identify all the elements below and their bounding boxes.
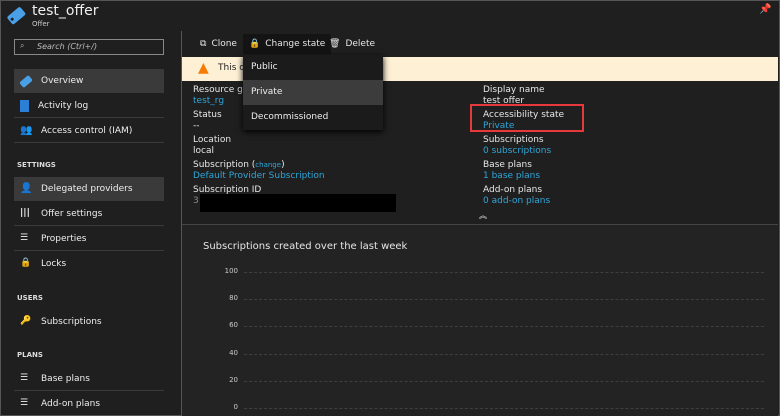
sidebar-item-label: Activity log — [38, 100, 89, 111]
sidebar-item-access-control[interactable]: 👥 Access control (IAM) — [14, 119, 164, 143]
search-placeholder: Search (Ctrl+/) — [37, 42, 98, 51]
change-state-dropdown: Public Private Decommissioned — [243, 55, 383, 130]
section-header-settings: SETTINGS — [17, 161, 56, 169]
sidebar-item-overview[interactable]: Overview — [14, 69, 164, 93]
sidebar-item-properties[interactable]: ☰ Properties — [14, 227, 164, 251]
sidebar-item-offer-settings[interactable]: ||| Offer settings — [14, 202, 164, 226]
chart-title: Subscriptions created over the last week — [203, 241, 408, 252]
sidebar-item-label: Properties — [41, 233, 87, 244]
clone-icon: ⧉ — [200, 39, 207, 49]
subscription-link[interactable]: Default Provider Subscription — [193, 171, 325, 182]
sidebar-item-locks[interactable]: 🔒 Locks — [14, 252, 164, 276]
sidebar-item-label: Offer settings — [41, 208, 103, 219]
addon-plans-label: Add-on plans — [483, 185, 543, 195]
banner-text: This o — [218, 63, 245, 73]
page-title: test_offer — [32, 3, 99, 19]
sidebar-item-subscriptions[interactable]: 🔑 Subscriptions — [14, 310, 164, 334]
sidebar-item-base-plans[interactable]: ☰ Base plans — [14, 367, 164, 391]
delete-label: Delete — [345, 39, 376, 49]
subscription-label: Subscription (change) — [193, 160, 285, 170]
menu-item-private[interactable]: Private — [243, 80, 383, 105]
redacted-block — [200, 194, 396, 212]
base-plans-link[interactable]: 1 base plans — [483, 171, 564, 182]
sidebar-item-label: Add-on plans — [41, 399, 101, 409]
tag-icon — [19, 74, 33, 88]
y-tick-label: 80 — [229, 294, 238, 303]
gridline — [244, 408, 764, 409]
y-tick-label: 100 — [224, 267, 238, 275]
chart-panel — [182, 224, 778, 416]
sidebar-item-label: Delegated providers — [41, 184, 133, 194]
list-icon: ☰ — [20, 372, 29, 383]
change-state-label: Change state — [265, 39, 326, 49]
tag-icon — [7, 7, 26, 25]
search-icon: ⌕ — [20, 41, 25, 50]
section-header-plans: PLANS — [17, 351, 43, 359]
menu-item-public[interactable]: Public — [243, 55, 383, 80]
clone-button[interactable]: ⧉ Clone — [194, 34, 243, 54]
list-icon: ☰ — [20, 232, 29, 243]
sidebar-item-label: Subscriptions — [41, 317, 102, 327]
sidebar-item-delegated-providers[interactable]: 👤 Delegated providers — [14, 177, 164, 201]
subscription-label-text: Subscription — [193, 160, 249, 170]
sidebar-item-label: Overview — [41, 76, 84, 86]
change-subscription-link[interactable]: change — [255, 161, 281, 169]
change-state-button[interactable]: 🔒 Change state — [243, 34, 332, 54]
key-icon: 🔑 — [20, 316, 32, 326]
sidebar-item-label: Base plans — [41, 373, 90, 384]
sidebar-item-addon-plans[interactable]: ☰ Add-on plans — [14, 392, 164, 416]
sidebar-item-label: Locks — [41, 259, 67, 269]
subscriptions-label: Subscriptions — [483, 135, 544, 145]
menu-item-decommissioned[interactable]: Decommissioned — [243, 105, 383, 130]
y-tick-label: 20 — [229, 375, 238, 384]
warning-icon: ▲ — [198, 60, 209, 76]
page-subtitle: Offer — [32, 20, 50, 28]
section-header-users: USERS — [17, 294, 43, 302]
display-name-label: Display name — [483, 85, 545, 95]
lock-icon: 🔒 — [20, 258, 32, 268]
list-icon: ☰ — [20, 398, 29, 408]
subscriptions-link[interactable]: 0 subscriptions — [483, 146, 564, 157]
addon-plans-link[interactable]: 0 add-on plans — [483, 196, 564, 207]
gridline — [244, 272, 764, 273]
trash-icon: 🗑 — [329, 39, 341, 49]
y-tick-label: 40 — [229, 348, 238, 357]
location-label: Location — [193, 135, 232, 145]
gridline — [244, 326, 764, 328]
gridline — [244, 299, 764, 301]
lock-icon: 🔒 — [249, 39, 261, 49]
y-tick-label: 0 — [233, 403, 238, 411]
clone-label: Clone — [211, 39, 237, 49]
collapse-icon[interactable]: ︽ — [479, 210, 487, 221]
delete-button[interactable]: 🗑 Delete — [323, 34, 381, 54]
gridline — [244, 353, 764, 355]
users-icon: 👥 — [20, 124, 33, 136]
base-plans-label: Base plans — [483, 160, 532, 170]
search-input[interactable]: ⌕ Search (Ctrl+/) — [14, 39, 164, 55]
location-value: local — [193, 145, 214, 156]
sidebar-item-activity-log[interactable]: Activity log — [14, 94, 164, 118]
y-tick-label: 60 — [229, 321, 238, 330]
highlight-box — [470, 104, 584, 132]
log-icon — [20, 99, 29, 112]
delegate-icon: 👤 — [20, 183, 33, 194]
sidebar-item-label: Access control (IAM) — [41, 125, 133, 136]
sliders-icon: ||| — [20, 207, 30, 218]
gridline — [244, 380, 764, 382]
pin-icon[interactable]: 📌 — [759, 4, 771, 15]
